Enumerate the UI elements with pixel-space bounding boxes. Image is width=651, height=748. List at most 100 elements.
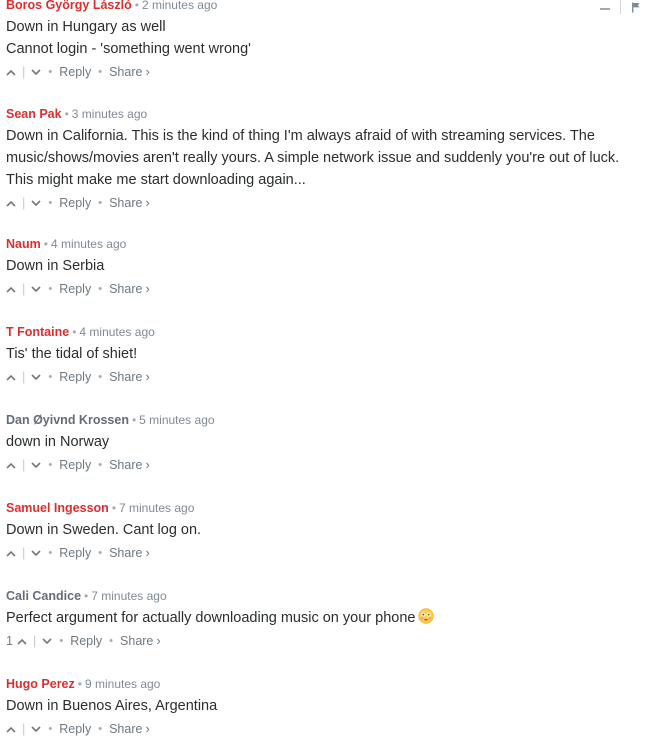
share-caret-icon: › [145,195,150,210]
reply-button[interactable]: Reply [59,369,91,385]
downvote-button[interactable] [42,634,52,648]
upvote-button[interactable] [6,458,16,472]
share-caret-icon: › [145,64,150,79]
share-button[interactable]: Share › [109,369,150,385]
share-caret-icon: › [145,545,150,560]
comment-body: Down in Hungary as well Cannot login - '… [6,16,651,60]
comment-text: Perfect argument for actually downloadin… [6,610,416,626]
share-caret-icon: › [145,369,150,384]
comment-text-line: Down in Buenos Aires, Argentina [6,698,218,714]
upvote-button[interactable] [17,634,27,648]
chevron-up-icon [6,462,16,469]
comment-footer: 1 | • Reply • Share › [6,633,651,649]
share-label: Share [109,546,143,560]
comment-timestamp[interactable]: 2 minutes ago [142,0,217,12]
footer-separator: • [98,547,103,559]
comment-text-line: music/shows/movies aren't really yours. … [6,150,620,166]
comment-meta: Hugo Perez • 9 minutes ago [6,676,651,692]
comment-timestamp[interactable]: 5 minutes ago [139,413,214,427]
chevron-down-icon [31,461,41,468]
comment: Sean Pak • 3 minutes ago Down in Californi… [6,106,651,211]
comment-timestamp[interactable]: 4 minutes ago [79,325,154,339]
comment-text-line: down in Norway [6,434,110,450]
downvote-button[interactable] [31,458,41,472]
comment-author[interactable]: Sean Pak [6,107,62,121]
chevron-down-icon [31,373,41,380]
comment-text-line: Cannot login - 'something went wrong' [6,41,251,57]
footer-separator: • [59,635,64,647]
reply-button[interactable]: Reply [70,633,102,649]
share-button[interactable]: Share › [109,721,150,737]
comment: Cali Candice • 7 minutes ago Perfect argum… [6,588,651,649]
comment-text-line: Perfect argument for actually downloadin… [6,607,651,629]
chevron-down-icon [31,199,41,206]
share-button[interactable]: Share › [109,457,150,473]
share-caret-icon: › [156,633,161,648]
comment-meta: T Fontaine • 4 minutes ago [6,324,651,340]
upvote-button[interactable] [6,196,16,210]
chevron-up-icon [6,69,16,76]
comment-text-line: Down in Sweden. Cant log on. [6,522,202,538]
comment-timestamp[interactable]: 4 minutes ago [51,237,126,251]
chevron-up-icon [17,638,27,645]
upvote-button[interactable] [6,282,16,296]
reply-button[interactable]: Reply [59,281,91,297]
comment-author[interactable]: Hugo Perez [6,677,75,691]
comment-timestamp[interactable]: 3 minutes ago [72,107,147,121]
reply-button[interactable]: Reply [59,721,91,737]
comment-body: Perfect argument for actually downloadin… [6,607,651,629]
upvote-count: 1 [6,634,13,648]
share-button[interactable]: Share › [120,633,161,649]
chevron-down-icon [42,637,52,644]
downvote-button[interactable] [31,546,41,560]
comment-body: Down in Sweden. Cant log on. [6,519,651,541]
vote-divider: | [22,195,26,210]
downvote-button[interactable] [31,722,41,736]
share-button[interactable]: Share › [109,545,150,561]
comment-author[interactable]: Dan Øyivnd Krossen [6,413,129,427]
meta-separator: • [72,325,77,339]
upvote-button[interactable] [6,370,16,384]
comment-body: Down in Serbia [6,255,651,277]
comment-timestamp[interactable]: 9 minutes ago [85,677,160,691]
comment-author[interactable]: Naum [6,237,41,251]
comment-author[interactable]: T Fontaine [6,325,69,339]
downvote-button[interactable] [31,196,41,210]
comment-author[interactable]: Samuel Ingesson [6,501,109,515]
comment-meta: Naum • 4 minutes ago [6,236,651,252]
meta-separator: • [43,237,48,251]
share-label: Share [109,65,143,79]
share-label: Share [109,722,143,736]
comment-footer: | • Reply • Share › [6,281,651,297]
comment-author[interactable]: Boros György László [6,0,132,12]
comment-body: Down in Buenos Aires, Argentina [6,695,651,717]
flushed-face-emoji-icon [418,608,435,624]
share-button[interactable]: Share › [109,281,150,297]
reply-button[interactable]: Reply [59,457,91,473]
meta-separator: • [111,501,117,515]
upvote-button[interactable] [6,722,16,736]
upvote-button[interactable] [6,546,16,560]
comment-footer: | • Reply • Share › [6,721,651,737]
comment-footer: | • Reply • Share › [6,457,651,473]
vote-divider: | [22,721,26,736]
chevron-down-icon [31,68,41,75]
downvote-button[interactable] [31,370,41,384]
reply-button[interactable]: Reply [59,64,91,80]
comment-author[interactable]: Cali Candice [6,589,81,603]
share-label: Share [109,370,143,384]
comment-body: Down in California. This is the kind of … [6,125,651,191]
share-button[interactable]: Share › [109,195,150,211]
comment-footer: | • Reply • Share › [6,545,651,561]
footer-separator: • [98,723,103,735]
downvote-button[interactable] [31,282,41,296]
comment-timestamp[interactable]: 7 minutes ago [91,589,166,603]
share-button[interactable]: Share › [109,64,150,80]
reply-button[interactable]: Reply [59,545,91,561]
chevron-down-icon [31,285,41,292]
upvote-button[interactable] [6,65,16,79]
comment-text-line: Down in Serbia [6,258,105,274]
downvote-button[interactable] [31,65,41,79]
reply-button[interactable]: Reply [59,195,91,211]
comment-timestamp[interactable]: 7 minutes ago [119,501,194,515]
